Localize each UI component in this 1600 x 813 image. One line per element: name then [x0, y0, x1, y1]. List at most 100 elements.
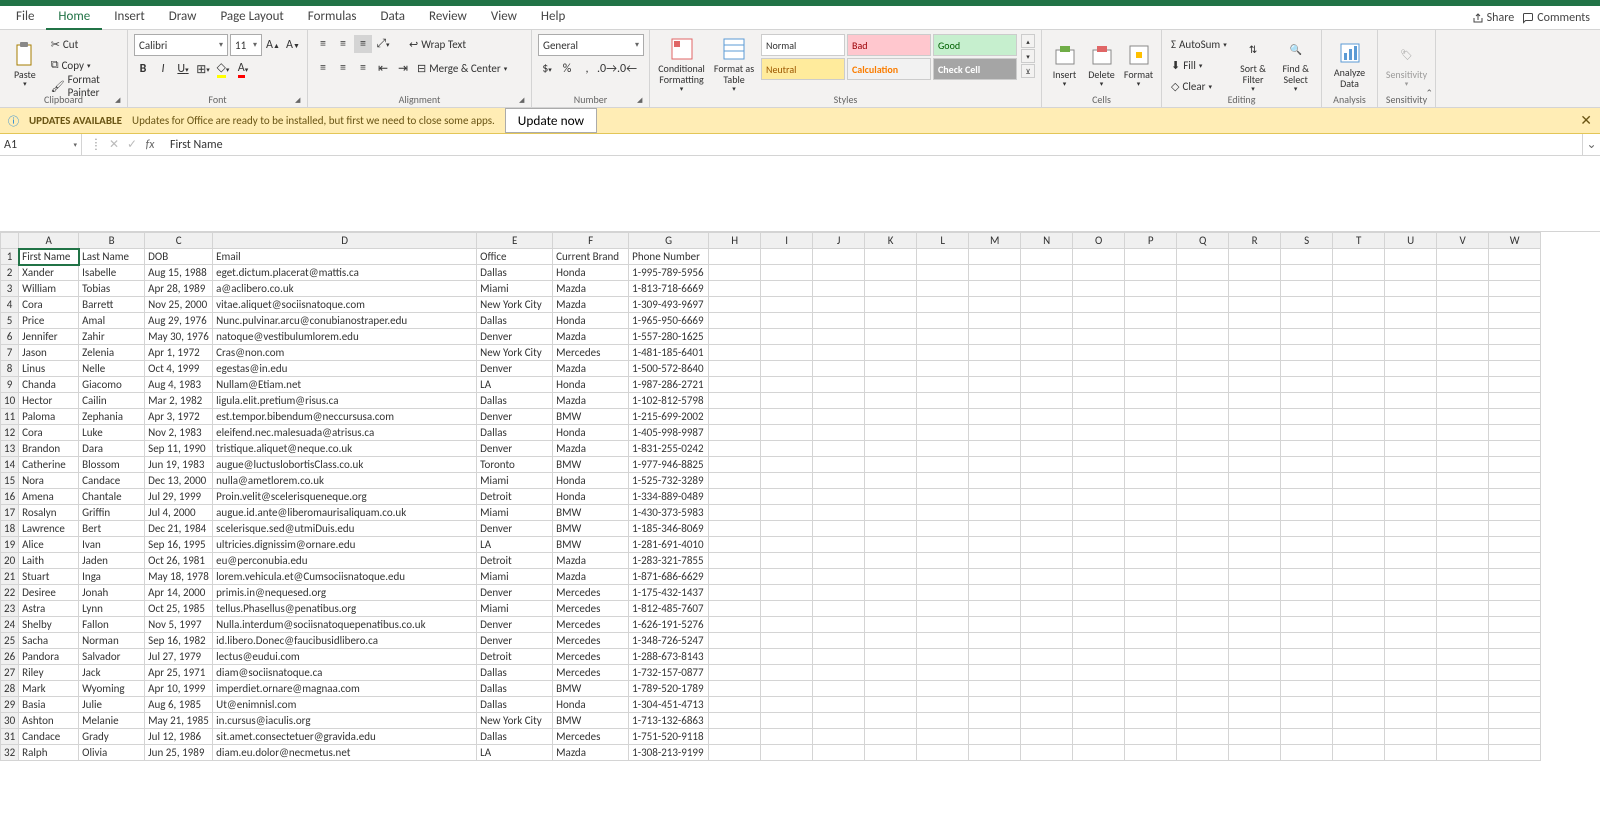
- cell[interactable]: [1489, 505, 1541, 521]
- cell[interactable]: Mazda: [553, 745, 629, 761]
- dialog-launcher-icon[interactable]: ◢: [295, 95, 305, 105]
- cell[interactable]: Jun 19, 1983: [145, 457, 213, 473]
- cell[interactable]: [1125, 249, 1177, 265]
- align-middle-button[interactable]: ≡: [334, 35, 352, 53]
- cell[interactable]: [865, 505, 917, 521]
- cell[interactable]: Mercedes: [553, 633, 629, 649]
- cell[interactable]: [917, 473, 969, 489]
- cell[interactable]: Jason: [19, 345, 79, 361]
- cell[interactable]: Oct 26, 1981: [145, 553, 213, 569]
- style-normal[interactable]: Normal: [761, 34, 845, 56]
- cell[interactable]: [1125, 537, 1177, 553]
- cell[interactable]: Dec 21, 1984: [145, 521, 213, 537]
- cell[interactable]: [1489, 553, 1541, 569]
- fill-color-button[interactable]: ◇▾: [214, 60, 232, 78]
- column-header-V[interactable]: V: [1437, 233, 1489, 249]
- cell[interactable]: [917, 361, 969, 377]
- cell[interactable]: Oct 25, 1985: [145, 601, 213, 617]
- cell[interactable]: [709, 649, 761, 665]
- cell[interactable]: [761, 729, 813, 745]
- cell[interactable]: Mercedes: [553, 649, 629, 665]
- cell[interactable]: [969, 713, 1021, 729]
- cell[interactable]: [1281, 297, 1333, 313]
- cell[interactable]: [1281, 585, 1333, 601]
- cell[interactable]: [761, 633, 813, 649]
- cell[interactable]: [1281, 265, 1333, 281]
- cell[interactable]: [813, 441, 865, 457]
- cell[interactable]: [1333, 441, 1385, 457]
- cell[interactable]: [709, 297, 761, 313]
- cell[interactable]: [761, 569, 813, 585]
- indent-button[interactable]: ⇥: [394, 59, 412, 77]
- cell[interactable]: [1229, 521, 1281, 537]
- cell[interactable]: Honda: [553, 489, 629, 505]
- cell[interactable]: [813, 601, 865, 617]
- orientation-button[interactable]: ⤢▾: [374, 35, 392, 53]
- cell[interactable]: [1021, 681, 1073, 697]
- merge-center-button[interactable]: ⊟Merge & Center▾: [414, 58, 510, 78]
- column-header-U[interactable]: U: [1385, 233, 1437, 249]
- cell[interactable]: Amena: [19, 489, 79, 505]
- cell[interactable]: [813, 745, 865, 761]
- cell[interactable]: Dallas: [477, 681, 553, 697]
- cell[interactable]: BMW: [553, 681, 629, 697]
- cell[interactable]: [1229, 265, 1281, 281]
- column-header-F[interactable]: F: [553, 233, 629, 249]
- ribbon-tab-view[interactable]: View: [479, 5, 529, 30]
- cell[interactable]: [1125, 665, 1177, 681]
- cell[interactable]: [1125, 585, 1177, 601]
- cell[interactable]: Cora: [19, 425, 79, 441]
- cell[interactable]: [1229, 281, 1281, 297]
- cell[interactable]: Sacha: [19, 633, 79, 649]
- cell[interactable]: [1021, 665, 1073, 681]
- cell[interactable]: est.tempor.bibendum@neccursusa.com: [213, 409, 477, 425]
- cell[interactable]: [865, 425, 917, 441]
- cell[interactable]: [1073, 313, 1125, 329]
- cell[interactable]: [1073, 569, 1125, 585]
- cell[interactable]: [1021, 425, 1073, 441]
- cell[interactable]: [1177, 425, 1229, 441]
- cell[interactable]: Dallas: [477, 425, 553, 441]
- cell[interactable]: Dec 13, 2000: [145, 473, 213, 489]
- cell[interactable]: Ralph: [19, 745, 79, 761]
- cell[interactable]: [969, 329, 1021, 345]
- cell[interactable]: [709, 265, 761, 281]
- cell[interactable]: [1125, 505, 1177, 521]
- cell[interactable]: [709, 681, 761, 697]
- cell[interactable]: [761, 505, 813, 521]
- cell[interactable]: Inga: [79, 569, 145, 585]
- cell[interactable]: [1385, 281, 1437, 297]
- cell[interactable]: [1229, 361, 1281, 377]
- cell[interactable]: [1177, 457, 1229, 473]
- fill-button[interactable]: ⬇Fill▾: [1168, 55, 1230, 75]
- column-header-A[interactable]: A: [19, 233, 79, 249]
- cell[interactable]: Honda: [553, 697, 629, 713]
- ribbon-tab-help[interactable]: Help: [529, 5, 577, 30]
- cell[interactable]: [1073, 601, 1125, 617]
- cell[interactable]: [1177, 521, 1229, 537]
- cell[interactable]: 1-812-485-7607: [629, 601, 709, 617]
- cell[interactable]: [1021, 377, 1073, 393]
- cell[interactable]: [1177, 361, 1229, 377]
- cell[interactable]: [1229, 297, 1281, 313]
- cell[interactable]: [1385, 633, 1437, 649]
- cell[interactable]: [1125, 745, 1177, 761]
- cell[interactable]: [1021, 745, 1073, 761]
- cell[interactable]: [917, 393, 969, 409]
- cell[interactable]: [813, 537, 865, 553]
- cell[interactable]: [1073, 265, 1125, 281]
- cell[interactable]: Denver: [477, 521, 553, 537]
- cell[interactable]: [709, 345, 761, 361]
- cell[interactable]: [1437, 281, 1489, 297]
- dialog-launcher-icon[interactable]: ◢: [519, 95, 529, 105]
- cell[interactable]: [1437, 361, 1489, 377]
- cell[interactable]: [761, 489, 813, 505]
- cell[interactable]: Miami: [477, 569, 553, 585]
- cell[interactable]: [813, 553, 865, 569]
- cell[interactable]: Nov 2, 1983: [145, 425, 213, 441]
- cell[interactable]: a@aclibero.co.uk: [213, 281, 477, 297]
- cell[interactable]: Honda: [553, 377, 629, 393]
- cell[interactable]: augue.id.ante@liberomaurisaliquam.co.uk: [213, 505, 477, 521]
- cell[interactable]: May 30, 1976: [145, 329, 213, 345]
- cell[interactable]: [1177, 537, 1229, 553]
